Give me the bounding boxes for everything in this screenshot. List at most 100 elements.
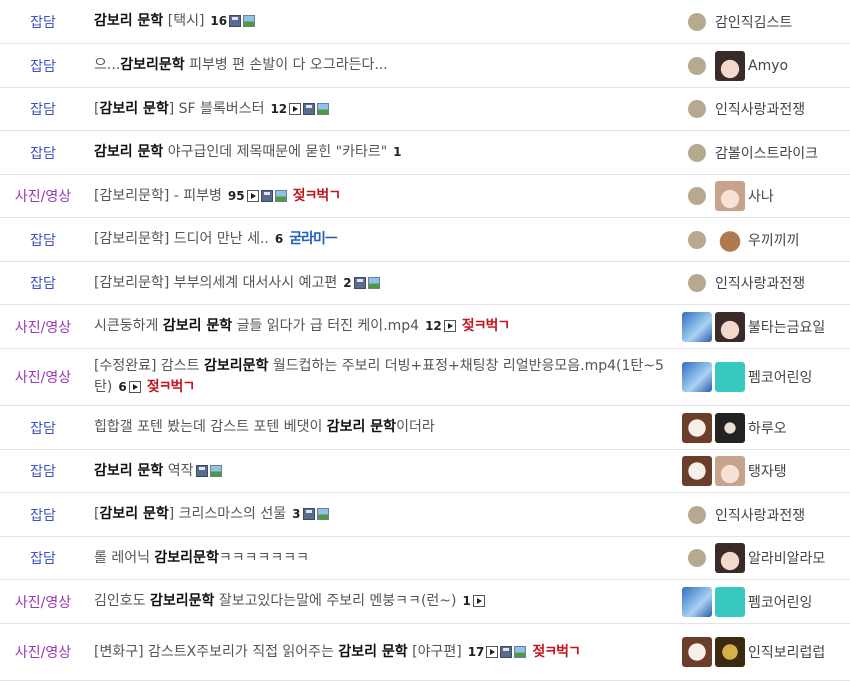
post-row[interactable]: 사진/영상 김인호도 감보리문학 잘보고있다는말에 주보리 멘붕ㅋㅋ(런~) 1 펨코… [0, 580, 850, 624]
post-title[interactable]: [감보리문학] 부부의세계 대서사시 예고편 2 [86, 273, 670, 294]
post-author[interactable]: 감볼이스트라이크 [680, 131, 818, 174]
level-dot-icon [687, 100, 706, 118]
post-category[interactable]: 사진/영상 [0, 186, 86, 206]
author-name[interactable]: 우끼끼끼 [748, 230, 800, 250]
author-name[interactable]: Amyo [748, 58, 788, 74]
post-title[interactable]: [감보리 문학] 크리스마스의 선물 3 [86, 504, 670, 525]
author-name[interactable]: 하루오 [748, 418, 787, 438]
post-title[interactable]: [감보리문학] - 피부병 95 젖ㅋ벅ㄱ [86, 186, 670, 207]
post-title[interactable]: [변화구] 감스트X주보리가 직접 읽어주는 감보리 문학 [야구편] 17 젖ㅋ벅… [86, 642, 670, 663]
comment-count[interactable]: 3 [292, 507, 300, 521]
post-category[interactable]: 잡담 [0, 505, 86, 525]
comment-count[interactable]: 2 [343, 276, 351, 290]
post-author[interactable]: 탱자탱 [680, 450, 787, 492]
post-row[interactable]: 잡담 [감보리문학] 부부의세계 대서사시 예고편 2 인직사랑과전쟁 [0, 262, 850, 305]
post-category[interactable]: 잡담 [0, 273, 86, 293]
post-row[interactable]: 잡담 감보리 문학 야구급인데 제목때문에 묻힌 "카타르" 1 감볼이스트라이크 [0, 131, 850, 175]
post-row[interactable]: 잡담 감보리 문학 [택시] 16 감인직김스트 [0, 0, 850, 44]
post-author[interactable]: 인직사랑과전쟁 [680, 88, 805, 130]
author-icon-slot [680, 268, 713, 298]
post-author[interactable]: 우끼끼끼 [680, 218, 800, 261]
post-category[interactable]: 잡담 [0, 56, 86, 76]
author-name[interactable]: 펨코어린잉 [748, 367, 812, 387]
post-title[interactable]: 감보리 문학 [택시] 16 [86, 11, 670, 32]
post-category[interactable]: 잡담 [0, 143, 86, 163]
post-title[interactable]: [감보리 문학] SF 블록버스터 12 [86, 99, 670, 120]
post-row[interactable]: 잡담 롤 레어닉 감보리문학ㅋㅋㅋㅋㅋㅋㅋ 알라비알라모 [0, 537, 850, 580]
post-row[interactable]: 잡담 [감보리 문학] SF 블록버스터 12 인직사랑과전쟁 [0, 88, 850, 131]
post-title[interactable]: 감보리 문학 역작 [86, 461, 670, 482]
author-icon-slot [680, 456, 713, 486]
post-row[interactable]: 잡담 [감보리문학] 드디어 만난 세.. 6 굳라미ㅡ 우끼끼끼 [0, 218, 850, 262]
post-title[interactable]: [수정완료] 감스트 감보리문학 월드컵하는 주보리 더빙+표정+채팅창 리얼반… [86, 356, 670, 398]
post-row[interactable]: 잡담 감보리 문학 역작 탱자탱 [0, 450, 850, 493]
post-author[interactable]: 인직사랑과전쟁 [680, 493, 805, 536]
post-author[interactable]: 사나 [680, 175, 774, 217]
author-name[interactable]: 감볼이스트라이크 [715, 143, 818, 163]
comment-count[interactable]: 12 [425, 319, 442, 333]
post-row[interactable]: 사진/영상 [변화구] 감스트X주보리가 직접 읽어주는 감보리 문학 [야구편]… [0, 624, 850, 681]
post-row[interactable]: 사진/영상 [수정완료] 감스트 감보리문학 월드컵하는 주보리 더빙+표정+채팅… [0, 349, 850, 406]
author-name[interactable]: 감인직김스트 [715, 12, 792, 32]
post-category[interactable]: 잡담 [0, 12, 86, 32]
post-author[interactable]: 불타는금요일 [680, 305, 825, 348]
author-icon-slot [713, 637, 746, 667]
post-author[interactable]: 펨코어린잉 [680, 580, 812, 623]
post-author[interactable]: 하루오 [680, 406, 787, 449]
author-name[interactable]: 인직보리럽럽 [748, 642, 825, 662]
post-author[interactable]: 인직사랑과전쟁 [680, 262, 805, 304]
post-row[interactable]: 잡담 [감보리 문학] 크리스마스의 선물 3 인직사랑과전쟁 [0, 493, 850, 537]
post-author[interactable]: 감인직김스트 [680, 0, 792, 43]
post-title[interactable]: 김인호도 감보리문학 잘보고있다는말에 주보리 멘붕ㅋㅋ(런~) 1 [86, 591, 670, 612]
post-title[interactable]: 감보리 문학 야구급인데 제목때문에 묻힌 "카타르" 1 [86, 142, 670, 163]
post-title[interactable]: 힙합갤 포텐 봤는데 감스트 포텐 베댓이 감보리 문학이더라 [86, 417, 670, 438]
post-author[interactable]: 알라비알라모 [680, 537, 825, 579]
comment-count[interactable]: 1 [393, 145, 401, 159]
author-name[interactable]: 불타는금요일 [748, 317, 825, 337]
post-category[interactable]: 잡담 [0, 461, 86, 481]
post-title[interactable]: [감보리문학] 드디어 만난 세.. 6 굳라미ㅡ [86, 229, 670, 250]
post-category[interactable]: 잡담 [0, 548, 86, 568]
author-icon-slot [713, 50, 746, 81]
post-category[interactable]: 잡담 [0, 418, 86, 438]
post-author[interactable]: 인직보리럽럽 [680, 624, 825, 680]
post-row[interactable]: 잡담 으...감보리문학 피부병 편 손발이 다 오그라든다... Amyo [0, 44, 850, 88]
comment-count[interactable]: 16 [210, 14, 227, 28]
post-category[interactable]: 잡담 [0, 99, 86, 119]
author-name[interactable]: 인직사랑과전쟁 [715, 273, 805, 293]
author-name[interactable]: 사나 [748, 186, 774, 206]
author-name[interactable]: 인직사랑과전쟁 [715, 505, 805, 525]
post-title[interactable]: 롤 레어닉 감보리문학ㅋㅋㅋㅋㅋㅋㅋ [86, 548, 670, 569]
post-row[interactable]: 사진/영상 시큰둥하게 감보리 문학 글들 읽다가 급 터진 케이.mp4 12 젖ㅋ… [0, 305, 850, 349]
comment-count[interactable]: 17 [468, 645, 485, 659]
title-prefix: 으... [94, 57, 121, 73]
author-icon-slot [680, 500, 713, 530]
author-name[interactable]: 알라비알라모 [748, 548, 825, 568]
post-title[interactable]: 으...감보리문학 피부병 편 손발이 다 오그라든다... [86, 55, 670, 76]
post-category[interactable]: 사진/영상 [0, 367, 86, 387]
avatar [714, 412, 745, 443]
post-author[interactable]: Amyo [680, 44, 788, 87]
comment-count[interactable]: 6 [275, 232, 283, 246]
post-category[interactable]: 사진/영상 [0, 642, 86, 662]
post-author[interactable]: 펨코어린잉 [680, 349, 812, 405]
post-category[interactable]: 사진/영상 [0, 317, 86, 337]
post-row[interactable]: 잡담 힙합갤 포텐 봤는데 감스트 포텐 베댓이 감보리 문학이더라 하루오 [0, 406, 850, 450]
play-video-icon [486, 645, 499, 658]
comment-count[interactable]: 1 [462, 594, 470, 608]
post-row[interactable]: 사진/영상 [감보리문학] - 피부병 95 젖ㅋ벅ㄱ 사나 [0, 175, 850, 218]
comment-count[interactable]: 95 [228, 189, 245, 203]
title-suffix: 피부병 편 손발이 다 오그라든다... [184, 57, 388, 73]
author-name[interactable]: 인직사랑과전쟁 [715, 99, 805, 119]
image-icon [209, 464, 222, 477]
comment-count[interactable]: 12 [270, 102, 287, 116]
post-category[interactable]: 사진/영상 [0, 592, 86, 612]
author-icon-slot [680, 311, 713, 342]
comment-count[interactable]: 6 [118, 380, 126, 394]
post-title[interactable]: 시큰둥하게 감보리 문학 글들 읽다가 급 터진 케이.mp4 12 젖ㅋ벅ㄱ [86, 316, 670, 337]
title-prefix: [감보리문학] 드디어 만난 세.. [94, 231, 269, 247]
post-category[interactable]: 잡담 [0, 230, 86, 250]
author-name[interactable]: 탱자탱 [748, 461, 787, 481]
author-name[interactable]: 펨코어린잉 [748, 592, 812, 612]
attachment-file-icon [260, 189, 273, 202]
